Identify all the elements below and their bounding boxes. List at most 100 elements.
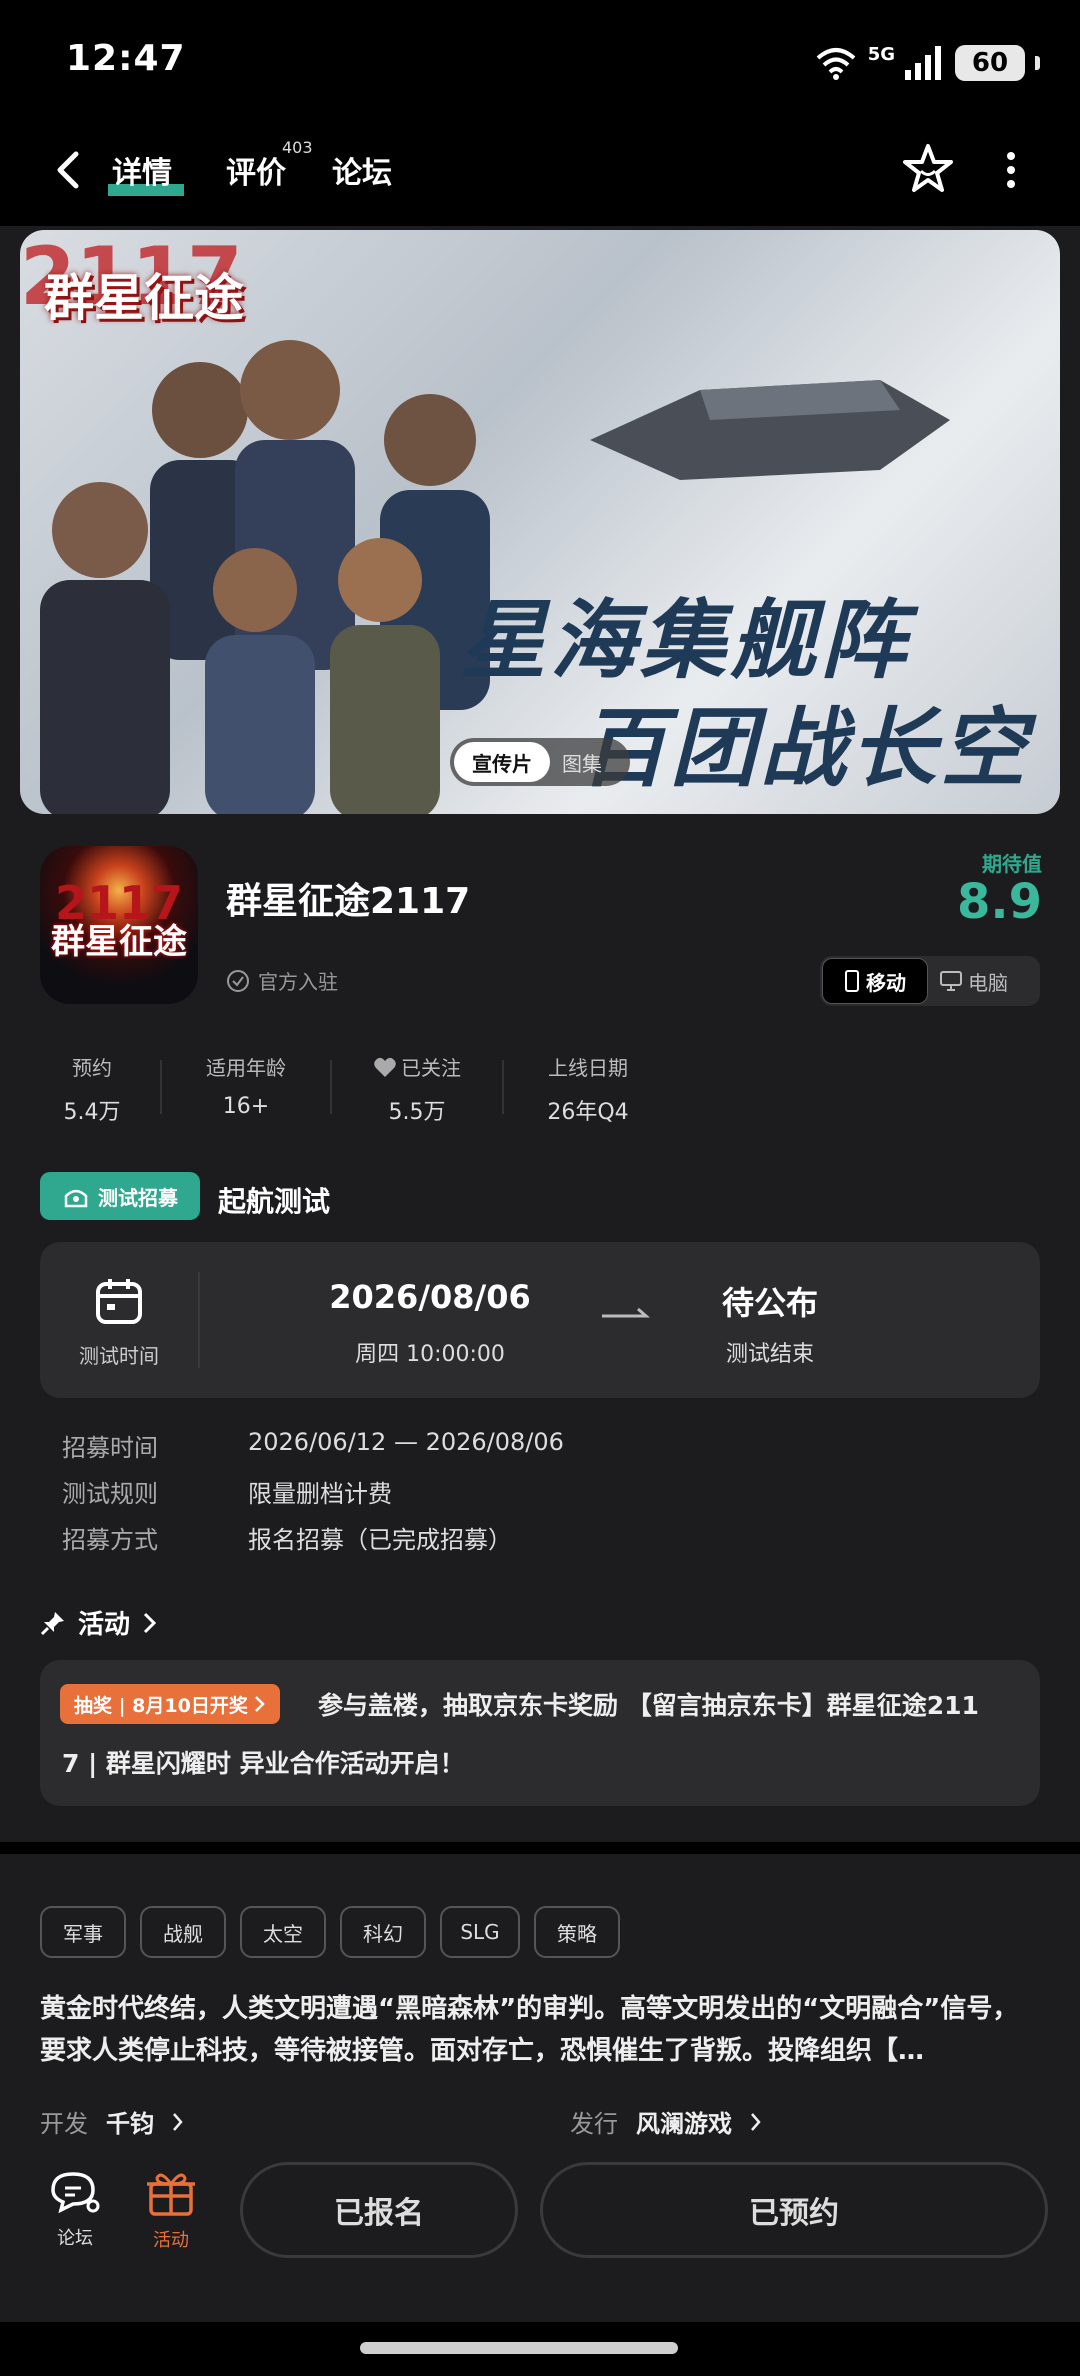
platform-mobile-label: 移动: [866, 970, 906, 995]
battery-tip: [1035, 56, 1040, 70]
tab-reviews[interactable]: 评价: [226, 148, 286, 192]
heart-icon: [374, 1057, 396, 1077]
score-value: 8.9: [956, 874, 1042, 930]
recruit-method-key: 招募方式: [62, 1526, 158, 1554]
card-divider: [198, 1272, 200, 1368]
home-indicator[interactable]: [360, 2342, 678, 2354]
stat-divider: [502, 1060, 504, 1114]
genre-tag[interactable]: 战舰: [140, 1906, 226, 1958]
test-badge-label: 测试招募: [98, 1185, 178, 1210]
phone-icon: [845, 970, 859, 992]
test-recruit-badge: 测试招募: [40, 1172, 200, 1220]
lottery-tag-label: 抽奖 | 8月10日开奖: [74, 1694, 248, 1717]
publisher-row[interactable]: 发行 风澜游戏: [570, 2104, 762, 2139]
activity-card[interactable]: [40, 1660, 1040, 1806]
registered-button[interactable]: 已报名: [240, 2162, 518, 2258]
recruit-time-key: 招募时间: [62, 1434, 158, 1462]
lottery-tag: 抽奖 | 8月10日开奖: [60, 1684, 280, 1724]
test-title: 起航测试: [218, 1185, 331, 1218]
activity-header[interactable]: 活动: [40, 1604, 158, 1641]
activity-text-line2: 7 | 群星闪耀时 异业合作活动开启！: [62, 1749, 465, 1778]
tab-details[interactable]: 详情: [112, 148, 172, 192]
recruit-time-value: 2026/06/12 — 2026/08/06: [248, 1428, 564, 1456]
network-label: 5G: [867, 43, 895, 65]
banner-logo: 群星征途: [44, 269, 244, 327]
game-icon-text: 群星征途: [51, 922, 187, 962]
wifi-icon: [816, 48, 856, 80]
test-end-label: 测试结束: [725, 1342, 814, 1367]
test-rule-value: 限量删档计费: [248, 1480, 392, 1508]
official-badge: 官方入驻: [226, 966, 338, 995]
game-title: 群星征途2117: [226, 881, 471, 922]
developer-key: 开发: [40, 2110, 88, 2138]
status-time: 12:47: [66, 38, 186, 79]
stat-launch-label: 上线日期: [548, 1056, 628, 1080]
genre-tag[interactable]: 军事: [40, 1906, 126, 1958]
publisher-value: 风澜游戏: [636, 2110, 732, 2138]
monitor-icon: [940, 971, 962, 991]
banner-slogan-1: 星海集舰阵: [460, 591, 910, 691]
stat-divider: [330, 1060, 332, 1114]
test-start-time: 周四 10:00:00: [355, 1342, 505, 1367]
more-options-icon[interactable]: [1004, 150, 1018, 190]
stat-age-value: 16+: [222, 1094, 270, 1119]
developer-value: 千钧: [106, 2110, 154, 2138]
genre-tag[interactable]: 太空: [240, 1906, 326, 1958]
chevron-right-icon: [173, 2112, 183, 2131]
characters-illustration: [40, 340, 490, 814]
game-description[interactable]: 黄金时代终结，人类文明遭遇“黑暗森林”的审判。高等文明发出的“文明融合”信号，要…: [40, 1988, 1040, 2072]
back-arrow-icon[interactable]: [48, 148, 92, 192]
stat-follow-value: 5.5万: [388, 1100, 446, 1125]
calendar-icon: [96, 1279, 142, 1324]
recruit-icon: [64, 1189, 88, 1208]
platform-mobile[interactable]: 移动: [822, 958, 928, 1004]
reserved-button[interactable]: 已预约: [540, 2162, 1048, 2258]
bottom-activity[interactable]: 活动: [136, 2168, 206, 2252]
forum-chat-icon: [51, 2172, 100, 2214]
stat-follow-label: 已关注: [401, 1056, 461, 1080]
score-label: 期待值: [982, 852, 1042, 876]
arrow-right-icon: [602, 1307, 650, 1318]
pin-icon: [40, 1611, 64, 1635]
chevron-right-icon: [751, 2112, 761, 2131]
stat-launch-value: 26年Q4: [547, 1100, 629, 1125]
stat-age-label: 适用年龄: [206, 1056, 286, 1080]
chevron-right-icon: [254, 1696, 265, 1712]
bottom-forum[interactable]: 论坛: [40, 2168, 110, 2250]
banner-slogan-2: 百团战长空: [580, 699, 1030, 799]
platform-pc[interactable]: 电脑: [940, 958, 1008, 1004]
activity-text-line1: 参与盖楼，抽取京东卡奖励 【留言抽京东卡】群星征途211: [318, 1691, 979, 1720]
genre-tag[interactable]: 策略: [534, 1906, 620, 1958]
verified-check-icon: [227, 969, 249, 992]
official-label: 官方入驻: [258, 970, 338, 994]
test-time-card: [40, 1242, 1040, 1398]
gift-icon: [147, 2173, 195, 2216]
chevron-right-icon: [143, 1612, 157, 1633]
battery-indicator: 60: [955, 45, 1025, 81]
platform-pc-label: 电脑: [968, 970, 1008, 995]
starship-illustration: [590, 380, 950, 480]
stat-follow[interactable]: 已关注: [362, 1052, 472, 1081]
stat-divider: [160, 1060, 162, 1114]
activity-heading: 活动: [78, 1610, 131, 1640]
test-end-date: 待公布: [721, 1284, 818, 1322]
status-icons: 5G 60: [814, 38, 1040, 88]
stat-reservations-label: 预约: [72, 1056, 112, 1080]
favorite-star-icon[interactable]: [900, 142, 956, 198]
recruit-method-value: 报名招募（已完成招募）: [248, 1526, 512, 1554]
media-tab-gallery[interactable]: 图集: [562, 742, 602, 782]
developer-row[interactable]: 开发 千钧: [40, 2104, 184, 2139]
bottom-activity-label: 活动: [153, 2230, 189, 2251]
promo-banner[interactable]: 2117 群星征途 星海集舰阵 百团战长空 宣传片 图集: [20, 230, 1060, 814]
tab-forum[interactable]: 论坛: [332, 148, 392, 192]
publisher-key: 发行: [570, 2110, 618, 2138]
game-icon: 2117 群星征途: [40, 846, 198, 1004]
bottom-forum-label: 论坛: [57, 2228, 93, 2249]
media-tab-video[interactable]: 宣传片: [454, 742, 550, 782]
signal-icon: [905, 46, 941, 80]
genre-tag[interactable]: 科幻: [340, 1906, 426, 1958]
test-time-label: 测试时间: [79, 1344, 159, 1368]
reviews-count-badge: 403: [282, 138, 313, 157]
genre-tag[interactable]: SLG: [440, 1906, 520, 1958]
test-start-date: 2026/08/06: [329, 1278, 531, 1316]
